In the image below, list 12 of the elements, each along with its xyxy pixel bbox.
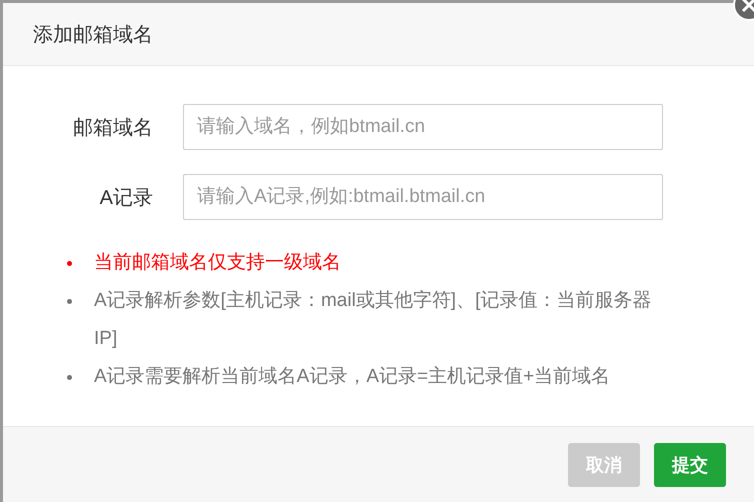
dialog-title: 添加邮箱域名	[33, 22, 153, 48]
field-label: A记录	[98, 186, 153, 210]
input-field[interactable]: 请输入A记录,例如:btmail.btmail.cn	[183, 174, 663, 220]
note-text: A记录解析参数[主机记录：mail或其他字符]、[记录值：当前服务器IP]	[94, 289, 652, 351]
input-field[interactable]: 请输入域名，例如btmail.cn	[183, 104, 663, 150]
bullet-icon	[67, 299, 72, 304]
bullet-icon	[67, 375, 72, 380]
note-text: 当前邮箱域名仅支持一级域名	[94, 251, 341, 275]
note-text: A记录需要解析当前域名A记录，A记录=主机记录值+当前域名	[94, 365, 610, 389]
submit-button[interactable]: 提交	[654, 442, 726, 486]
field-label: 邮箱域名	[72, 116, 153, 140]
bullet-icon	[67, 261, 72, 266]
